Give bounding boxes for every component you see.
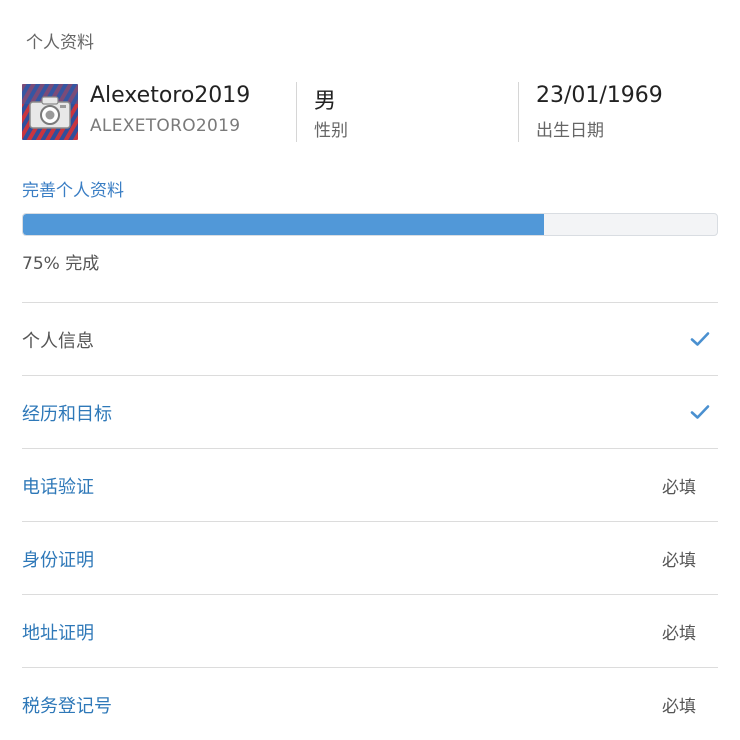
complete-profile-link[interactable]: 完善个人资料 xyxy=(22,176,124,201)
list-item-label: 经历和目标 xyxy=(22,404,112,425)
dob-label: 出生日期 xyxy=(536,121,604,141)
gender-value: 男 xyxy=(314,89,337,114)
section-title: 个人资料 xyxy=(26,33,94,53)
divider xyxy=(296,82,297,142)
list-item[interactable]: 经历和目标 xyxy=(22,375,718,448)
status-badge: 必填 xyxy=(662,624,696,644)
divider xyxy=(518,82,519,142)
list-item[interactable]: 身份证明 必填 xyxy=(22,521,718,594)
list-item-label: 税务登记号 xyxy=(22,696,112,717)
gender-label: 性别 xyxy=(314,121,348,141)
status-badge: 必填 xyxy=(662,551,696,571)
check-icon xyxy=(690,332,710,346)
profile-summary: Alexetoro2019 ALEXETORO2019 男 性别 23/01/1… xyxy=(22,82,718,142)
list-item[interactable]: 地址证明 必填 xyxy=(22,594,718,667)
list-item[interactable]: 税务登记号 必填 xyxy=(22,667,718,740)
list-item[interactable]: 个人信息 xyxy=(22,302,718,375)
list-item-label: 地址证明 xyxy=(22,623,94,644)
progress-bar xyxy=(22,213,718,236)
check-icon xyxy=(690,405,710,419)
profile-page: 个人资料 Alexetoro2019 ALEXETORO2019 男 性别 23… xyxy=(0,0,740,740)
camera-icon xyxy=(22,84,78,140)
username: ALEXETORO2019 xyxy=(90,116,241,136)
progress-fill xyxy=(23,214,544,235)
list-item[interactable]: 电话验证 必填 xyxy=(22,448,718,521)
progress-text: 75% 完成 xyxy=(22,254,100,274)
status-badge: 必填 xyxy=(662,697,696,717)
list-item-label: 身份证明 xyxy=(22,550,94,571)
checklist: 个人信息 经历和目标 电话验证 必填 身份证明 必填 地址证明 必填 税务登记号… xyxy=(22,302,718,740)
dob-value: 23/01/1969 xyxy=(536,83,663,108)
avatar[interactable] xyxy=(22,84,78,140)
display-name: Alexetoro2019 xyxy=(90,83,251,108)
status-badge: 必填 xyxy=(662,478,696,498)
list-item-label: 个人信息 xyxy=(22,331,94,352)
list-item-label: 电话验证 xyxy=(22,477,94,498)
